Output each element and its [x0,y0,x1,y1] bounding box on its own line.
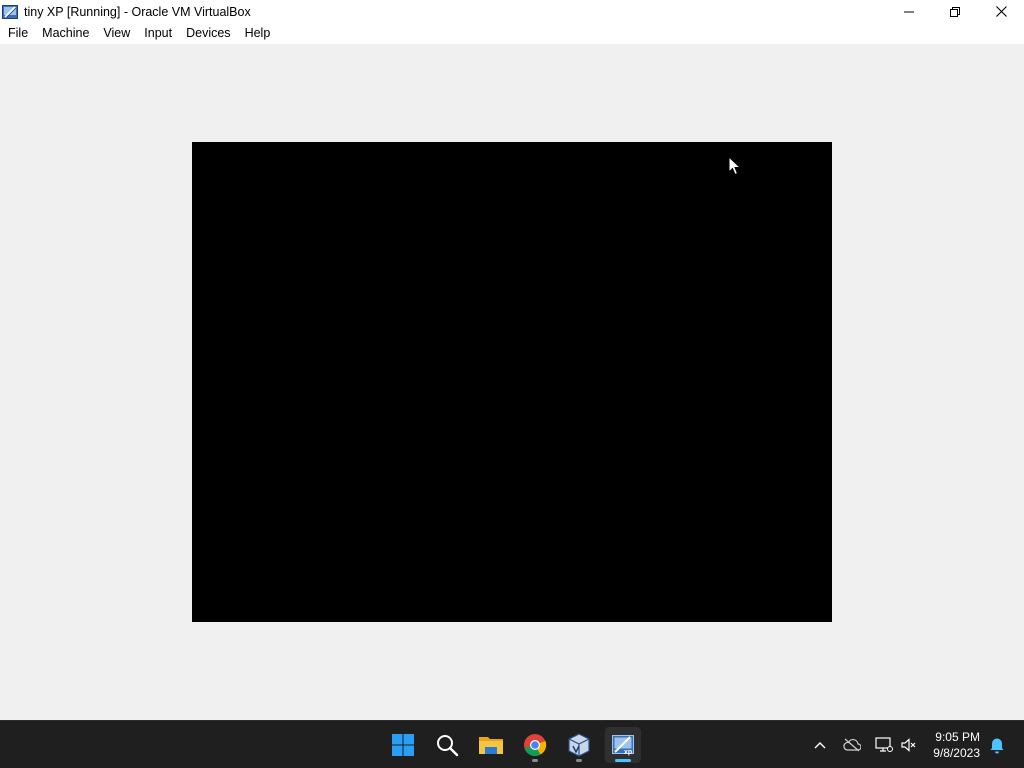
search-button[interactable] [429,727,465,763]
minimize-icon [904,11,914,12]
restore-button[interactable] [932,0,978,23]
clock-time: 9:05 PM [935,730,980,744]
vm-display-area[interactable] [0,44,1024,720]
menu-view[interactable]: View [96,23,137,44]
system-clock[interactable]: 9:05 PM 9/8/2023 [933,729,980,761]
clock-date: 9/8/2023 [933,746,980,760]
vm-screen[interactable] [192,142,832,622]
window-titlebar[interactable]: tiny XP [Running] - Oracle VM VirtualBox [0,0,1024,23]
virtualbox-vm-button[interactable]: xp [605,727,641,763]
chrome-button[interactable] [517,727,553,763]
close-button[interactable] [978,0,1024,23]
onedrive-icon [843,738,861,752]
virtualbox-manager-button[interactable] [561,727,597,763]
running-indicator [576,759,582,762]
chevron-up-icon [814,742,826,749]
close-icon [995,6,1007,17]
volume-button[interactable] [897,733,921,757]
mouse-cursor-icon [728,156,742,176]
chrome-icon [524,734,547,757]
virtualbox-manager-icon [568,733,590,757]
window-controls [886,0,1024,23]
onedrive-button[interactable] [840,733,864,757]
menu-bar: File Machine View Input Devices Help [0,23,1024,44]
start-icon [392,734,414,756]
menu-machine[interactable]: Machine [35,23,96,44]
virtualbox-vm-icon: xp [612,735,634,756]
file-explorer-button[interactable] [473,727,509,763]
network-icon [875,737,893,752]
restore-icon [950,6,960,17]
notification-bell-icon [990,738,1004,754]
virtualbox-vm-icon[interactable] [2,4,18,20]
taskbar: xp 9:05 PM 9/8/2023 [0,720,1024,768]
show-hidden-icons-button[interactable] [808,733,832,757]
file-explorer-icon [479,737,503,754]
volume-muted-icon [901,738,916,752]
menu-file[interactable]: File [1,23,35,44]
network-button[interactable] [872,733,896,757]
notification-button[interactable] [985,733,1009,757]
active-indicator [615,759,631,762]
menu-devices[interactable]: Devices [179,23,237,44]
running-indicator [532,759,538,762]
menu-help[interactable]: Help [238,23,278,44]
search-icon [437,735,459,757]
svg-text:xp: xp [624,749,632,756]
start-button[interactable] [385,727,421,763]
window-title: tiny XP [Running] - Oracle VM VirtualBox [24,4,251,19]
minimize-button[interactable] [886,0,932,23]
menu-input[interactable]: Input [137,23,179,44]
